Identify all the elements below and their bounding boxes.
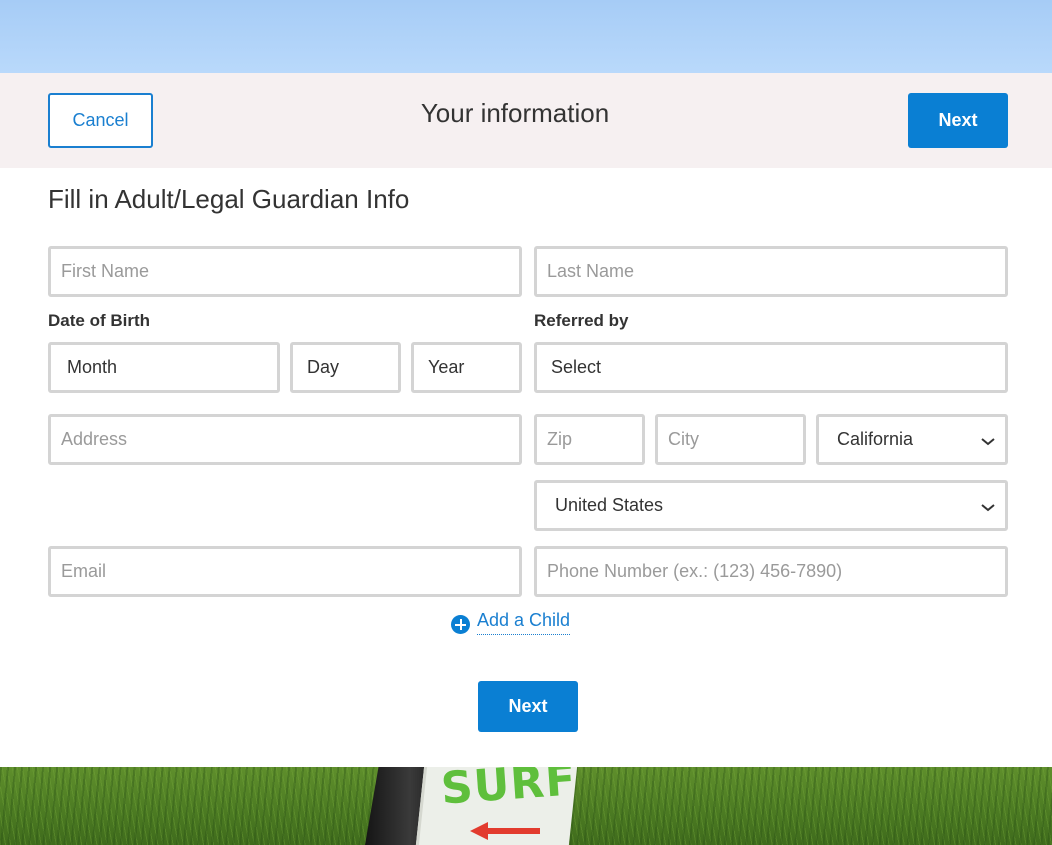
country-select[interactable]: United States [534, 480, 1008, 531]
dob-month-select[interactable]: Month [48, 342, 280, 393]
state-select[interactable]: California [816, 414, 1008, 465]
next-button-bottom[interactable]: Next [478, 681, 578, 732]
sky-background [0, 0, 1052, 73]
first-name-input[interactable]: First Name [48, 246, 522, 297]
email-input[interactable]: Email [48, 546, 522, 597]
next-button-top[interactable]: Next [908, 93, 1008, 148]
section-title: Fill in Adult/Legal Guardian Info [48, 184, 410, 214]
last-name-input[interactable]: Last Name [534, 246, 1008, 297]
zip-input[interactable]: Zip [534, 414, 645, 465]
city-input[interactable]: City [655, 414, 806, 465]
country-select-value: United States [555, 495, 664, 515]
add-child-label: Add a Child [477, 610, 571, 635]
dob-day-select[interactable]: Day [290, 342, 401, 393]
referred-by-label: Referred by [534, 311, 629, 330]
chevron-down-icon [981, 437, 995, 445]
phone-input[interactable]: Phone Number (ex.: (123) 456-7890) [534, 546, 1008, 597]
plus-circle-icon [451, 615, 470, 634]
add-child-link[interactable]: Add a Child [451, 610, 571, 635]
chevron-down-icon [981, 503, 995, 511]
address-input[interactable]: Address [48, 414, 522, 465]
date-of-birth-label: Date of Birth [48, 311, 150, 330]
state-select-value: California [837, 429, 914, 449]
referred-by-select[interactable]: Select [534, 342, 1008, 393]
grass-background-photo: SURF [0, 767, 1052, 845]
red-arrow-icon [470, 822, 540, 840]
page-title: Your information [420, 98, 610, 128]
dob-year-select[interactable]: Year [411, 342, 522, 393]
